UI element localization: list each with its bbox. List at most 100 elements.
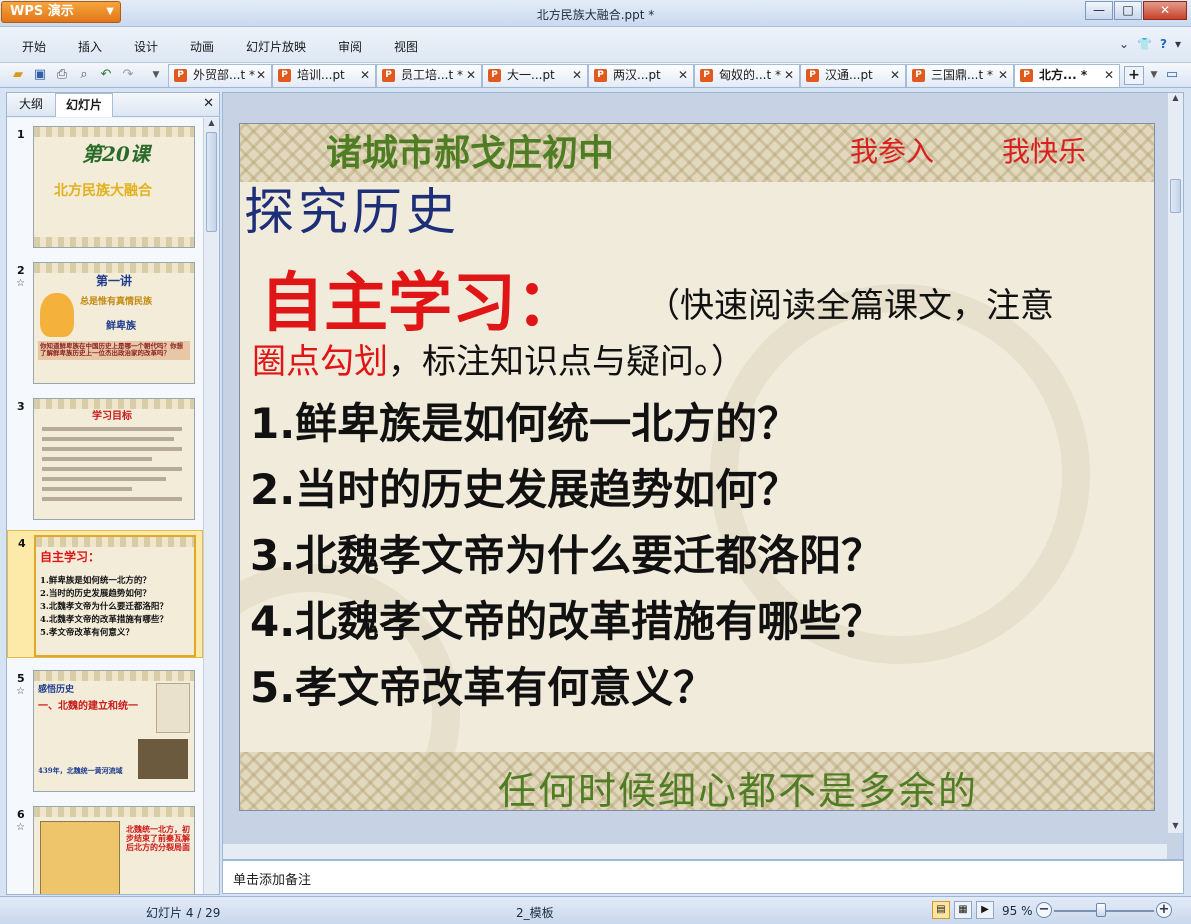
question-4: 4.北魏孝文帝的改革措施有哪些？ [250,597,884,646]
doc-tab-label: 外贸部...t * [193,68,255,82]
help-icon[interactable]: ? [1160,37,1167,51]
ppt-file-icon: P [382,69,395,82]
doc-tab-label: 两汉...pt [613,68,661,82]
editor-horizontal-scrollbar[interactable] [223,843,1167,859]
ppt-file-icon: P [594,69,607,82]
instruction-line-1: （快速阅读全篇课文，注意 [646,286,1054,326]
scroll-down-icon[interactable]: ▼ [1168,821,1183,833]
doc-tab[interactable]: P 大一...pt ✕ [482,64,588,87]
doc-tab[interactable]: P 外贸部...t * ✕ [168,64,272,87]
notes-pane[interactable]: 单击添加备注 [222,860,1184,894]
slide-preview: 第20课 北方民族大融合 [33,126,195,248]
scroll-up-icon[interactable]: ▲ [1168,93,1183,105]
thumb-title: 学习目标 [92,411,132,422]
editor-vertical-scrollbar[interactable]: ▲ ▼ [1167,93,1183,833]
sculpture-image [138,739,188,779]
slide-sorter-icon[interactable]: ▦ [954,901,972,919]
close-tab-icon[interactable]: ✕ [466,65,476,86]
menu-review[interactable]: 审阅 [338,38,362,55]
scrollbar-thumb[interactable] [1170,179,1181,213]
zoom-out-button[interactable]: − [1036,902,1052,918]
thumb-text-line [42,427,182,431]
thumb-title: 自主学习： [40,550,101,564]
close-tab-icon[interactable]: ✕ [678,65,688,86]
normal-view-icon[interactable]: ▤ [932,901,950,919]
menu-design[interactable]: 设计 [134,38,158,55]
doc-tab-active[interactable]: P 北方... * ✕ [1014,64,1120,87]
tab-list-icon[interactable]: ▼ [1146,67,1162,83]
print-icon[interactable]: ⎙ [54,67,70,83]
current-slide[interactable]: 诸城市郝戈庄初中 我参入 我快乐 探究历史 自主学习： （快速阅读全篇课文，注意… [239,123,1155,811]
thumb-line: 2.当时的历史发展趋势如何？ [40,589,151,599]
slide-number: 4 [18,537,26,550]
tab-outline[interactable]: 大纲 [9,93,53,117]
slide-thumbnail-4-selected[interactable]: 4 自主学习： 1.鲜卑族是如何统一北方的？ 2.当时的历史发展趋势如何？ 3.… [7,530,203,658]
open-folder-icon[interactable]: ▰ [10,67,26,83]
slide-preview: 感悟历史 一、北魏的建立和统一 439年，北魏统一黄河流域 [33,670,195,792]
slide-thumbnail-3[interactable]: 3 学习目标 [7,394,203,522]
thumb-text-line [42,457,152,461]
doc-tab[interactable]: P 三国鼎...t * ✕ [906,64,1014,87]
doc-tab[interactable]: P 两汉...pt ✕ [588,64,694,87]
slide-thumbnail-6[interactable]: 6 ☆ 北魏统一北方，初步结束了前秦瓦解后北方的分裂局面 [7,802,203,894]
menu-slideshow[interactable]: 幻灯片放映 [246,38,306,55]
portrait-image [156,683,190,733]
scroll-up-icon[interactable]: ▲ [204,118,219,130]
thumbnail-scrollbar[interactable]: ▲ [203,118,219,894]
scrollbar-thumb[interactable] [206,132,217,232]
doc-tab[interactable]: P 匈奴的...t * ✕ [694,64,800,87]
minimize-button[interactable]: — [1085,1,1113,20]
slide-thumbnail-2[interactable]: 2 ☆ 第一讲 总是惟有真情民族 鲜卑族 你知道鲜卑族在中国历史上是哪一个朝代吗… [7,258,203,386]
ppt-file-icon: P [488,69,501,82]
footer-motto: 任何时候细心都不是多余的 [498,769,979,811]
thumb-line: 4.北魏孝文帝的改革措施有哪些？ [40,615,168,625]
tab-slides[interactable]: 幻灯片 [55,93,114,117]
thumb-line: 一、北魏的建立和统一 [38,701,138,712]
zoom-in-button[interactable]: + [1156,902,1172,918]
chevron-down-icon[interactable]: ⌄ [1119,37,1129,51]
zoom-slider-knob[interactable] [1096,903,1106,917]
close-tab-icon[interactable]: ✕ [890,65,900,86]
restore-window-icon[interactable]: ▭ [1164,67,1180,83]
slideshow-icon[interactable]: ▶ [976,901,994,919]
slide-thumbnail-list: 1 第20课 北方民族大融合 2 ☆ 第一讲 总是惟有真情民族 鲜卑族 你知道鲜… [7,118,203,894]
thumb-line: 总是惟有真情民族 [80,297,153,307]
ppt-file-icon: P [1020,69,1033,82]
quick-toolbar: ▰ ▣ ⎙ ⌕ ↶ ↷ ▼ P 外贸部...t * ✕ P 培训...pt ✕ P 员工培… [0,63,1191,88]
slide-thumbnail-5[interactable]: 5 ☆ 感悟历史 一、北魏的建立和统一 439年，北魏统一黄河流域 [7,666,203,794]
ppt-file-icon: P [700,69,713,82]
undo-icon[interactable]: ↶ [98,67,114,83]
menu-home[interactable]: 开始 [22,38,46,55]
maximize-button[interactable]: □ [1114,1,1142,20]
close-tab-icon[interactable]: ✕ [998,65,1008,86]
slide-editor: 诸城市郝戈庄初中 我参入 我快乐 探究历史 自主学习： （快速阅读全篇课文，注意… [222,92,1184,860]
chevron-down-icon[interactable]: ▾ [1175,37,1181,51]
slide-heading: 探究历史 [244,183,460,241]
shirt-icon[interactable]: 👕 [1137,37,1152,51]
doc-tab[interactable]: P 汉通...pt ✕ [800,64,906,87]
slide-thumbnail-1[interactable]: 1 第20课 北方民族大融合 [7,122,203,250]
save-icon[interactable]: ▣ [32,67,48,83]
close-button[interactable]: ✕ [1143,1,1187,20]
close-tab-icon[interactable]: ✕ [1104,65,1114,86]
menu-insert[interactable]: 插入 [78,38,102,55]
close-icon[interactable]: ✕ [203,96,214,111]
doc-tab[interactable]: P 员工培...t * ✕ [376,64,482,87]
menu-view[interactable]: 视图 [394,38,418,55]
print-preview-icon[interactable]: ⌕ [76,67,92,83]
slogan-2: 我快乐 [1002,135,1087,168]
new-tab-button[interactable]: + [1124,66,1144,85]
close-tab-icon[interactable]: ✕ [572,65,582,86]
slide-counter: 幻灯片 4 / 29 [146,906,221,920]
slide-number: 1 [17,128,25,141]
close-tab-icon[interactable]: ✕ [784,65,794,86]
question-5: 5.孝文帝改革有何意义？ [250,663,716,712]
doc-tab[interactable]: P 培训...pt ✕ [272,64,376,87]
slide-preview: 学习目标 [33,398,195,520]
redo-icon[interactable]: ↷ [120,67,136,83]
close-tab-icon[interactable]: ✕ [256,65,266,86]
menu-animation[interactable]: 动画 [190,38,214,55]
customize-toolbar-icon[interactable]: ▼ [148,67,164,83]
doc-tab-label: 匈奴的...t * [719,68,781,82]
close-tab-icon[interactable]: ✕ [360,65,370,86]
